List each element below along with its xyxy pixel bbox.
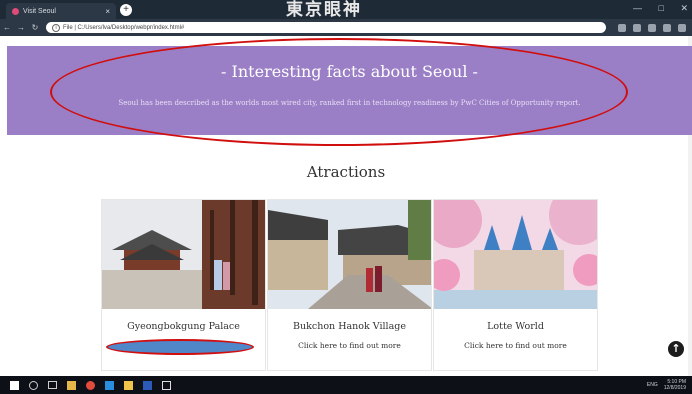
new-tab-button[interactable]: + — [120, 4, 132, 16]
word-icon[interactable] — [143, 380, 152, 390]
back-icon[interactable]: ← — [0, 23, 14, 32]
highlighted-link-button[interactable] — [106, 339, 254, 355]
browser-tab[interactable]: Visit Seoul × — [6, 3, 116, 19]
card-title: Bukchon Hanok Village — [293, 321, 406, 332]
system-tray: ENG 5:10 PM 12/8/2019 — [647, 379, 686, 391]
language-indicator[interactable]: ENG — [647, 382, 658, 388]
close-window-button[interactable]: ✕ — [680, 3, 688, 13]
minimize-button[interactable]: — — [633, 3, 642, 13]
attractions-heading: Atractions — [306, 163, 386, 181]
card-title: Gyeongbokgung Palace — [127, 321, 240, 332]
extensions — [618, 23, 686, 32]
chrome-icon[interactable] — [86, 380, 95, 390]
tab-close-button[interactable]: × — [105, 7, 110, 16]
village-image — [268, 200, 431, 309]
clock[interactable]: 5:10 PM 12/8/2019 — [664, 379, 686, 391]
url-text: File | C:/Users/lva/Desktop/webpr/index.… — [63, 24, 185, 31]
arrow-up-icon[interactable]: ↑ — [668, 341, 684, 357]
star-icon[interactable] — [618, 23, 626, 32]
palace-image — [102, 200, 265, 309]
tab-title: Visit Seoul — [23, 7, 56, 15]
extension-icon[interactable] — [633, 23, 641, 32]
find-out-more-link[interactable]: Click here to find out more — [434, 341, 597, 350]
clock-date: 12/8/2019 — [663, 385, 686, 391]
address-row: ← → ↻ i File | C:/Users/lva/Desktop/webp… — [0, 19, 692, 36]
find-out-more-link[interactable]: Click here to find out more — [268, 341, 431, 350]
card-title: Lotte World — [487, 321, 544, 332]
windows-start-icon[interactable] — [10, 380, 19, 390]
search-icon[interactable] — [29, 380, 38, 390]
menu-icon[interactable] — [678, 23, 686, 32]
taskbar: ENG 5:10 PM 12/8/2019 — [0, 376, 692, 394]
vscode-icon[interactable] — [105, 380, 114, 390]
annotation-ellipse — [50, 38, 628, 146]
forward-icon[interactable]: → — [14, 23, 28, 32]
watermark: 東京眼神 — [286, 0, 362, 20]
maximize-button[interactable]: □ — [659, 3, 664, 13]
address-bar[interactable]: i File | C:/Users/lva/Desktop/webpr/inde… — [46, 22, 606, 33]
attraction-card[interactable]: Bukchon Hanok Village Click here to find… — [267, 199, 432, 371]
favicon-icon — [12, 7, 19, 15]
attraction-card[interactable]: Lotte World Click here to find out more — [433, 199, 598, 371]
photos-icon[interactable] — [162, 380, 171, 390]
lotte-world-image — [434, 200, 597, 309]
file-explorer-icon[interactable] — [67, 380, 76, 390]
app-icon[interactable] — [124, 380, 133, 390]
extension-icon[interactable] — [648, 23, 656, 32]
browser-title-bar: Visit Seoul × + 東京眼神 — □ ✕ — [0, 0, 692, 19]
profile-icon[interactable] — [663, 23, 671, 32]
window-controls: — □ ✕ — [619, 3, 688, 14]
reload-icon[interactable]: ↻ — [28, 23, 42, 32]
info-icon[interactable]: i — [52, 23, 60, 32]
task-view-icon[interactable] — [48, 381, 57, 389]
